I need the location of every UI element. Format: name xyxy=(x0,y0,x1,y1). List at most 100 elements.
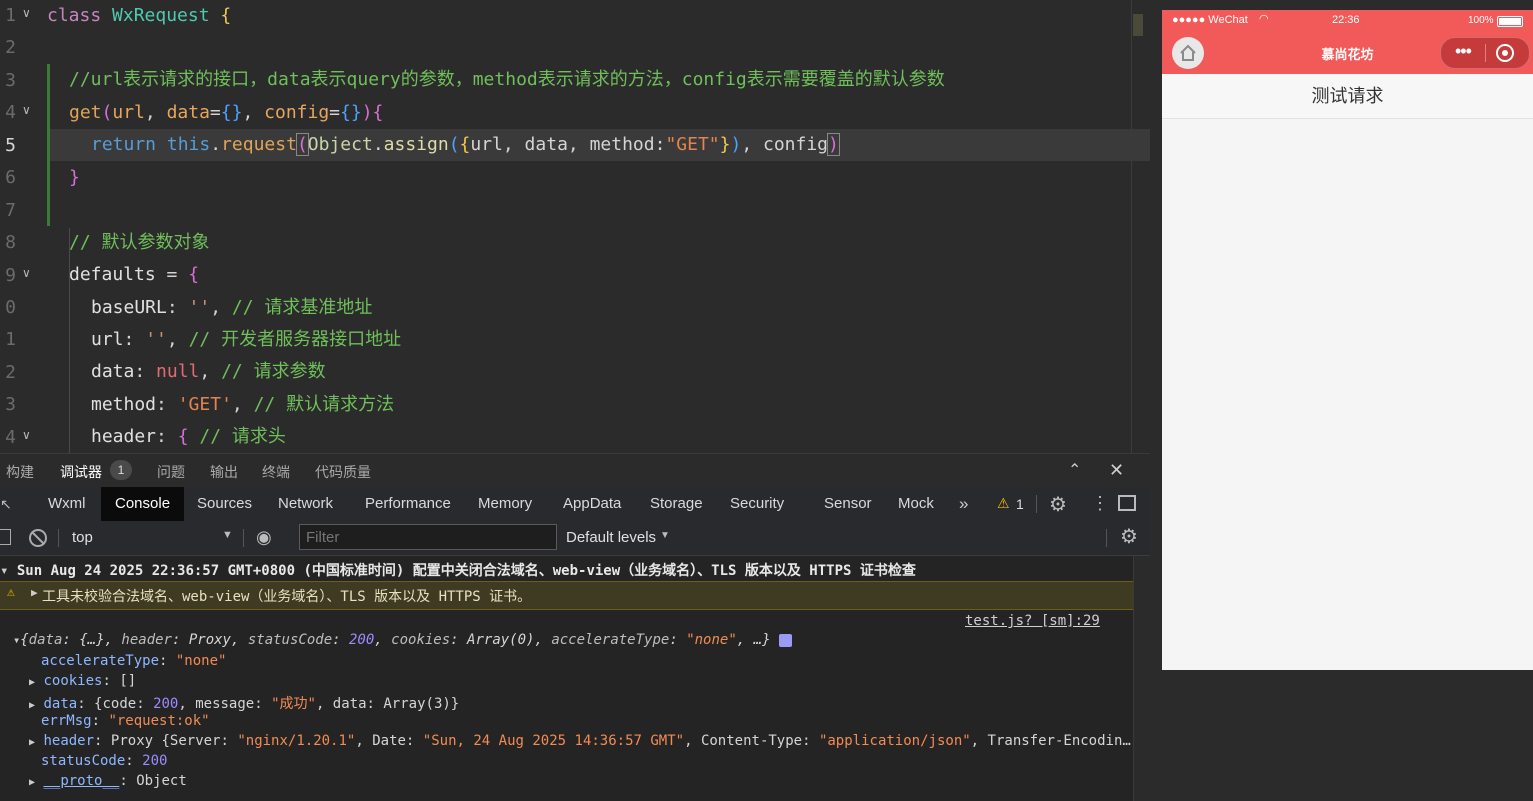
property-row[interactable]: ▶ data: {code: 200, message: "成功", data:… xyxy=(29,693,1133,713)
line-number: 6 xyxy=(5,167,16,188)
more-tabs-icon[interactable]: » xyxy=(959,494,968,514)
debugger-badge: 1 xyxy=(110,460,132,480)
info-icon[interactable] xyxy=(778,633,792,647)
sidebar-toggle-icon[interactable] xyxy=(0,529,11,545)
undock-icon[interactable] xyxy=(1118,495,1136,511)
tab-network[interactable]: Network xyxy=(264,487,347,521)
property-row[interactable]: ▶ cookies: [] xyxy=(29,673,1133,689)
code-line-6: } xyxy=(69,167,80,188)
code-line-8: // 默认参数对象 xyxy=(69,232,210,253)
git-change-marker xyxy=(47,64,50,226)
console-settings-icon[interactable]: ⚙ xyxy=(1120,524,1138,549)
line-number: 3 xyxy=(5,70,16,91)
close-panel-icon[interactable]: ✕ xyxy=(1109,460,1124,481)
warning-count[interactable]: 1 xyxy=(1016,496,1024,512)
capsule-menu: ••• xyxy=(1440,37,1530,69)
console-output: ▾ Sun Aug 24 2025 22:36:57 GMT+0800 (中国标… xyxy=(0,556,1133,801)
line-number: 1 xyxy=(5,329,16,350)
tab-wxml[interactable]: Wxml xyxy=(34,487,100,521)
console-group-header[interactable]: ▾ Sun Aug 24 2025 22:36:57 GMT+0800 (中国标… xyxy=(0,560,1133,580)
fold-chevron-icon[interactable]: ∨ xyxy=(22,6,31,20)
tab-build[interactable]: 构建 xyxy=(6,462,34,482)
console-toolbar: top ▼ ◉ Default levels ▼ ⚙ xyxy=(0,521,1150,556)
overview-ruler-mark xyxy=(1133,14,1143,36)
log-levels-dropdown[interactable]: Default levels xyxy=(566,529,656,546)
code-line-12: data: null, // 请求参数 xyxy=(91,361,326,382)
property-row[interactable]: ▶ header: Proxy {Server: "nginx/1.20.1",… xyxy=(29,733,1133,749)
kebab-menu-icon[interactable]: ⋮ xyxy=(1091,493,1109,514)
tab-performance[interactable]: Performance xyxy=(351,487,465,521)
tab-output[interactable]: 输出 xyxy=(210,462,238,482)
fold-chevron-icon[interactable]: ∨ xyxy=(22,103,31,117)
property-row[interactable]: accelerateType: "none" xyxy=(41,653,1133,669)
code-line-3: //url表示请求的接口，data表示query的参数，method表示请求的方… xyxy=(69,69,945,90)
expand-triangle-icon[interactable]: ▶ xyxy=(31,586,38,599)
expand-triangle-icon[interactable]: ▶ xyxy=(29,700,35,711)
line-number: 8 xyxy=(5,232,16,253)
warning-icon[interactable]: ⚠ xyxy=(997,495,1010,512)
capsule-divider xyxy=(1485,44,1486,62)
editor-scrollbar[interactable] xyxy=(1131,0,1132,453)
code-editor[interactable]: 1 2 3 4 5 6 7 8 9 0 1 2 3 4 ∨ ∨ ∨ ∨ clas… xyxy=(0,0,1150,453)
clock: 22:36 xyxy=(1332,14,1360,26)
property-row[interactable]: statusCode: 200 xyxy=(41,753,1133,769)
tab-storage[interactable]: Storage xyxy=(636,487,717,521)
context-selector[interactable]: top xyxy=(72,529,93,546)
line-number: 3 xyxy=(5,394,16,415)
code-line-5: return this.request(Object.assign({url, … xyxy=(91,133,840,156)
line-number: 2 xyxy=(5,37,16,58)
line-number: 9 xyxy=(5,265,16,286)
phone-nav-bar: 慕尚花坊 ••• xyxy=(1162,32,1533,74)
toolbar-divider xyxy=(243,529,244,547)
tab-security[interactable]: Security xyxy=(716,487,798,521)
tab-terminal[interactable]: 终端 xyxy=(262,462,290,482)
tab-memory[interactable]: Memory xyxy=(464,487,546,521)
fold-chevron-icon[interactable]: ∨ xyxy=(22,428,31,442)
tab-problems[interactable]: 问题 xyxy=(157,462,185,482)
toolbar-divider xyxy=(58,529,59,547)
bottom-panel-tabs: 构建 调试器 1 问题 输出 终端 代码质量 ⌃ ✕ xyxy=(0,453,1150,488)
object-summary[interactable]: ▾{data: {…}, header: Proxy, statusCode: … xyxy=(13,632,1133,648)
expand-triangle-icon[interactable]: ▶ xyxy=(29,737,35,748)
inspect-element-icon[interactable]: ↖ xyxy=(0,496,12,513)
fold-chevron-icon[interactable]: ∨ xyxy=(22,266,31,280)
chevron-down-icon[interactable]: ▼ xyxy=(222,529,233,541)
close-app-icon[interactable] xyxy=(1496,44,1514,62)
console-warning-row[interactable]: ⚠ ▶ 工具未校验合法域名、web-view（业务域名）、TLS 版本以及 HT… xyxy=(0,581,1133,610)
phone-page-body: 测试请求 xyxy=(1162,74,1533,119)
expand-triangle-icon[interactable]: ▾ xyxy=(0,563,8,579)
line-number: 4 xyxy=(5,102,16,123)
collapse-panel-icon[interactable]: ⌃ xyxy=(1068,460,1081,480)
code-line-14: header: { // 请求头 xyxy=(91,426,286,447)
carrier-label: ●●●●● WeChat xyxy=(1172,14,1248,26)
property-row[interactable]: errMsg: "request:ok" xyxy=(41,713,1133,729)
code-line-1: class WxRequest { xyxy=(47,5,232,26)
code-line-11: url: '', // 开发者服务器接口地址 xyxy=(91,329,402,350)
tab-code-quality[interactable]: 代码质量 xyxy=(315,462,371,482)
tab-sensor[interactable]: Sensor xyxy=(810,487,886,521)
chevron-down-icon[interactable]: ▼ xyxy=(660,530,670,541)
filter-input[interactable] xyxy=(299,524,557,550)
toolbar-divider xyxy=(1036,495,1037,513)
devtools-panel: 构建 调试器 1 问题 输出 终端 代码质量 ⌃ ✕ ↖ Wxml Consol… xyxy=(0,453,1151,801)
tab-mock[interactable]: Mock xyxy=(884,487,948,521)
clear-console-icon[interactable] xyxy=(29,529,47,547)
tab-appdata[interactable]: AppData xyxy=(549,487,635,521)
property-row[interactable]: ▶ __proto__: Object xyxy=(29,773,1133,789)
code-line-9: defaults = { xyxy=(69,264,200,285)
eye-icon[interactable]: ◉ xyxy=(256,527,272,548)
settings-gear-icon[interactable]: ⚙ xyxy=(1049,492,1067,517)
warning-message: 工具未校验合法域名、web-view（业务域名）、TLS 版本以及 HTTPS … xyxy=(42,589,532,605)
devtools-tabs: ↖ Wxml Console Sources Network Performan… xyxy=(0,487,1150,522)
tab-debugger[interactable]: 调试器 xyxy=(60,462,102,482)
expand-triangle-icon[interactable]: ▶ xyxy=(29,777,35,788)
source-link[interactable]: test.js? [sm]:29 xyxy=(965,613,1100,629)
expand-triangle-icon[interactable]: ▶ xyxy=(29,677,35,688)
console-scrollbar[interactable] xyxy=(1133,556,1151,801)
more-icon[interactable]: ••• xyxy=(1455,42,1472,60)
tab-console[interactable]: Console xyxy=(101,487,185,521)
line-number: 4 xyxy=(5,427,16,448)
phone-status-bar: ●●●●● WeChat ◠ 22:36 100% xyxy=(1162,10,1533,32)
test-request-button[interactable]: 测试请求 xyxy=(1162,74,1533,119)
tab-sources[interactable]: Sources xyxy=(183,487,266,521)
